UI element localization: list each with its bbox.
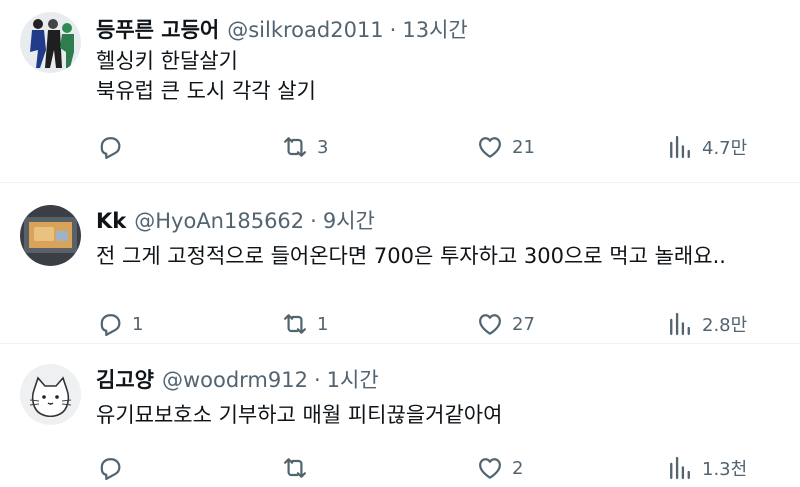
like-count: 2 (512, 457, 524, 479)
action-bar: 2 1.3천 (96, 452, 776, 484)
display-name[interactable]: 김고양 (96, 364, 154, 394)
tweet-text: 유기묘보호소 기부하고 매월 피티끊을거같아여 (96, 400, 502, 430)
user-handle[interactable]: @silkroad2011 (227, 18, 383, 42)
avatar[interactable] (20, 205, 81, 266)
tweet-header: Kk @HyoAn185662 · 9시간 (96, 205, 375, 235)
like-count: 27 (512, 313, 535, 335)
like-icon (479, 314, 501, 335)
like-count: 21 (512, 136, 535, 158)
reply-button[interactable]: 1 (96, 308, 143, 340)
reply-button[interactable] (96, 131, 132, 163)
retweet-icon (283, 458, 307, 478)
reply-button[interactable] (96, 452, 132, 484)
views-button[interactable]: 1.3천 (666, 452, 747, 484)
tweet-item[interactable]: 등푸른 고등어 @silkroad2011 · 13시간 헬싱키 한달살기 북유… (0, 0, 800, 183)
retweet-button[interactable] (281, 452, 317, 484)
tweet-text: 전 그게 고정적으로 들어온다면 700은 투자하고 300으로 먹고 놀래요.… (96, 241, 726, 271)
reply-count: 1 (132, 313, 144, 335)
tweet-text-line: 유기묘보호소 기부하고 매월 피티끊을거같아여 (96, 403, 503, 427)
views-icon (670, 456, 690, 480)
reply-icon (100, 137, 121, 159)
timestamp[interactable]: 13시간 (402, 14, 467, 44)
like-button[interactable]: 27 (476, 308, 535, 340)
display-name[interactable]: 등푸른 고등어 (96, 14, 219, 44)
tweet-text-line: 전 그게 고정적으로 들어온다면 700은 투자하고 300으로 먹고 놀래요.… (96, 244, 726, 268)
avatar[interactable] (20, 12, 81, 73)
tweet-item[interactable]: Kk @HyoAn185662 · 9시간 전 그게 고정적으로 들어온다면 7… (0, 183, 800, 344)
view-count: 1.3천 (702, 459, 748, 480)
tweet-item[interactable]: 김고양 @woodrm912 · 1시간 유기묘보호소 기부하고 매월 피티끊을… (0, 344, 800, 487)
timestamp[interactable]: 9시간 (323, 205, 375, 235)
views-icon (670, 135, 690, 159)
action-bar: 1 1 27 2.8만 (96, 308, 776, 340)
tweet-text: 헬싱키 한달살기 북유럽 큰 도시 각각 살기 (96, 46, 316, 106)
retweet-icon (283, 314, 307, 334)
retweet-count: 3 (317, 136, 329, 158)
like-icon (479, 458, 501, 479)
retweet-count: 1 (317, 313, 329, 335)
tweet-header: 김고양 @woodrm912 · 1시간 (96, 364, 379, 394)
separator-dot: · (310, 209, 317, 233)
views-icon (670, 312, 690, 336)
user-handle[interactable]: @HyoAn185662 (134, 209, 304, 233)
retweet-button[interactable]: 1 (281, 308, 328, 340)
like-button[interactable]: 2 (476, 452, 523, 484)
avatar-illustration (20, 12, 81, 73)
reply-icon (100, 314, 121, 336)
like-icon (479, 137, 501, 158)
separator-dot: · (313, 368, 321, 392)
avatar-cat-drawing (20, 364, 81, 425)
timestamp[interactable]: 1시간 (327, 364, 379, 394)
avatar[interactable] (20, 364, 81, 425)
tweet-text-line: 헬싱키 한달살기 (96, 49, 238, 73)
avatar-photo (20, 205, 81, 266)
views-button[interactable]: 2.8만 (666, 308, 747, 340)
tweet-text-line: 북유럽 큰 도시 각각 살기 (96, 79, 316, 103)
display-name[interactable]: Kk (96, 209, 126, 233)
retweet-icon (283, 137, 307, 157)
reply-icon (100, 458, 121, 480)
view-count: 4.7만 (702, 138, 748, 159)
user-handle[interactable]: @woodrm912 (162, 368, 308, 392)
views-button[interactable]: 4.7만 (666, 131, 747, 163)
separator-dot: · (389, 18, 397, 42)
retweet-button[interactable]: 3 (281, 131, 328, 163)
view-count: 2.8만 (702, 315, 748, 336)
action-bar: 3 21 4.7만 (96, 131, 776, 163)
tweet-header: 등푸른 고등어 @silkroad2011 · 13시간 (96, 14, 468, 44)
like-button[interactable]: 21 (476, 131, 535, 163)
